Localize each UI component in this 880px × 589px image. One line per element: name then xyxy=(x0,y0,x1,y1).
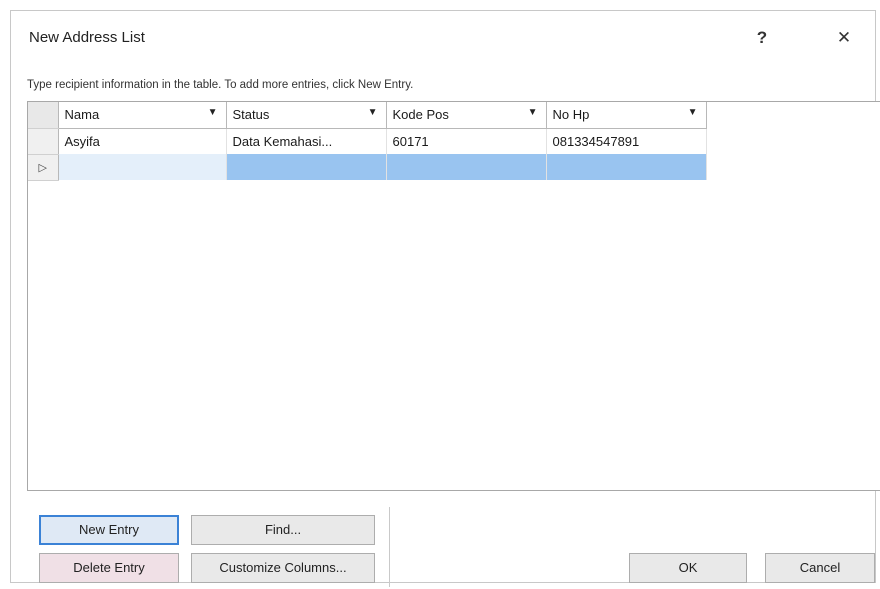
column-header-kode-pos[interactable]: Kode Pos ▼ xyxy=(386,102,547,129)
header-row: Nama ▼ Status ▼ Kode Pos ▼ No Hp ▼ xyxy=(28,102,707,129)
table-row-selected[interactable]: ▷ xyxy=(28,154,707,181)
table-cell[interactable]: Asyifa xyxy=(58,128,227,154)
table-cell[interactable]: Data Kemahasi... xyxy=(226,128,387,154)
cancel-button[interactable]: Cancel xyxy=(765,553,875,583)
table-cell[interactable] xyxy=(546,154,707,180)
address-table: Nama ▼ Status ▼ Kode Pos ▼ No Hp ▼ Asyif… xyxy=(28,102,707,181)
column-header-label: Status xyxy=(232,107,270,123)
customize-columns-button[interactable]: Customize Columns... xyxy=(191,553,375,583)
column-header-status[interactable]: Status ▼ xyxy=(226,102,387,129)
delete-entry-button[interactable]: Delete Entry xyxy=(39,553,179,583)
button-bar: New Entry Find... Delete Entry Customize… xyxy=(27,507,880,589)
column-header-label: Kode Pos xyxy=(392,107,449,123)
table-cell[interactable] xyxy=(226,154,387,180)
table-cell[interactable]: 081334547891 xyxy=(546,128,707,154)
column-header-label: Nama xyxy=(64,107,100,123)
ok-button[interactable]: OK xyxy=(629,553,747,583)
dropdown-arrow-icon[interactable]: ▼ xyxy=(688,107,698,118)
divider xyxy=(389,507,390,587)
dropdown-arrow-icon[interactable]: ▼ xyxy=(208,107,218,118)
help-button[interactable]: ? xyxy=(746,25,778,51)
dropdown-arrow-icon[interactable]: ▼ xyxy=(368,107,378,118)
table-cell-editing[interactable] xyxy=(58,154,227,180)
dropdown-arrow-icon[interactable]: ▼ xyxy=(528,107,538,118)
row-header[interactable] xyxy=(28,128,59,155)
find-button[interactable]: Find... xyxy=(191,515,375,545)
address-grid: Nama ▼ Status ▼ Kode Pos ▼ No Hp ▼ Asyif… xyxy=(27,101,880,491)
table-cell[interactable] xyxy=(386,154,547,180)
new-address-list-dialog: New Address List ? ✕ Type recipient info… xyxy=(10,10,880,587)
close-button[interactable]: ✕ xyxy=(828,25,860,51)
instruction-text: Type recipient information in the table.… xyxy=(27,79,414,91)
column-header-no-hp[interactable]: No Hp ▼ xyxy=(546,102,707,129)
dialog-title: New Address List xyxy=(29,29,145,46)
current-row-pointer-icon: ▷ xyxy=(38,161,47,174)
table-row[interactable]: Asyifa Data Kemahasi... 60171 0813345478… xyxy=(28,128,707,155)
new-entry-button[interactable]: New Entry xyxy=(39,515,179,545)
column-header-label: No Hp xyxy=(552,107,590,123)
row-header[interactable]: ▷ xyxy=(28,154,59,181)
column-header-nama[interactable]: Nama ▼ xyxy=(58,102,227,129)
select-all-corner[interactable] xyxy=(28,102,59,129)
table-cell[interactable]: 60171 xyxy=(386,128,547,154)
